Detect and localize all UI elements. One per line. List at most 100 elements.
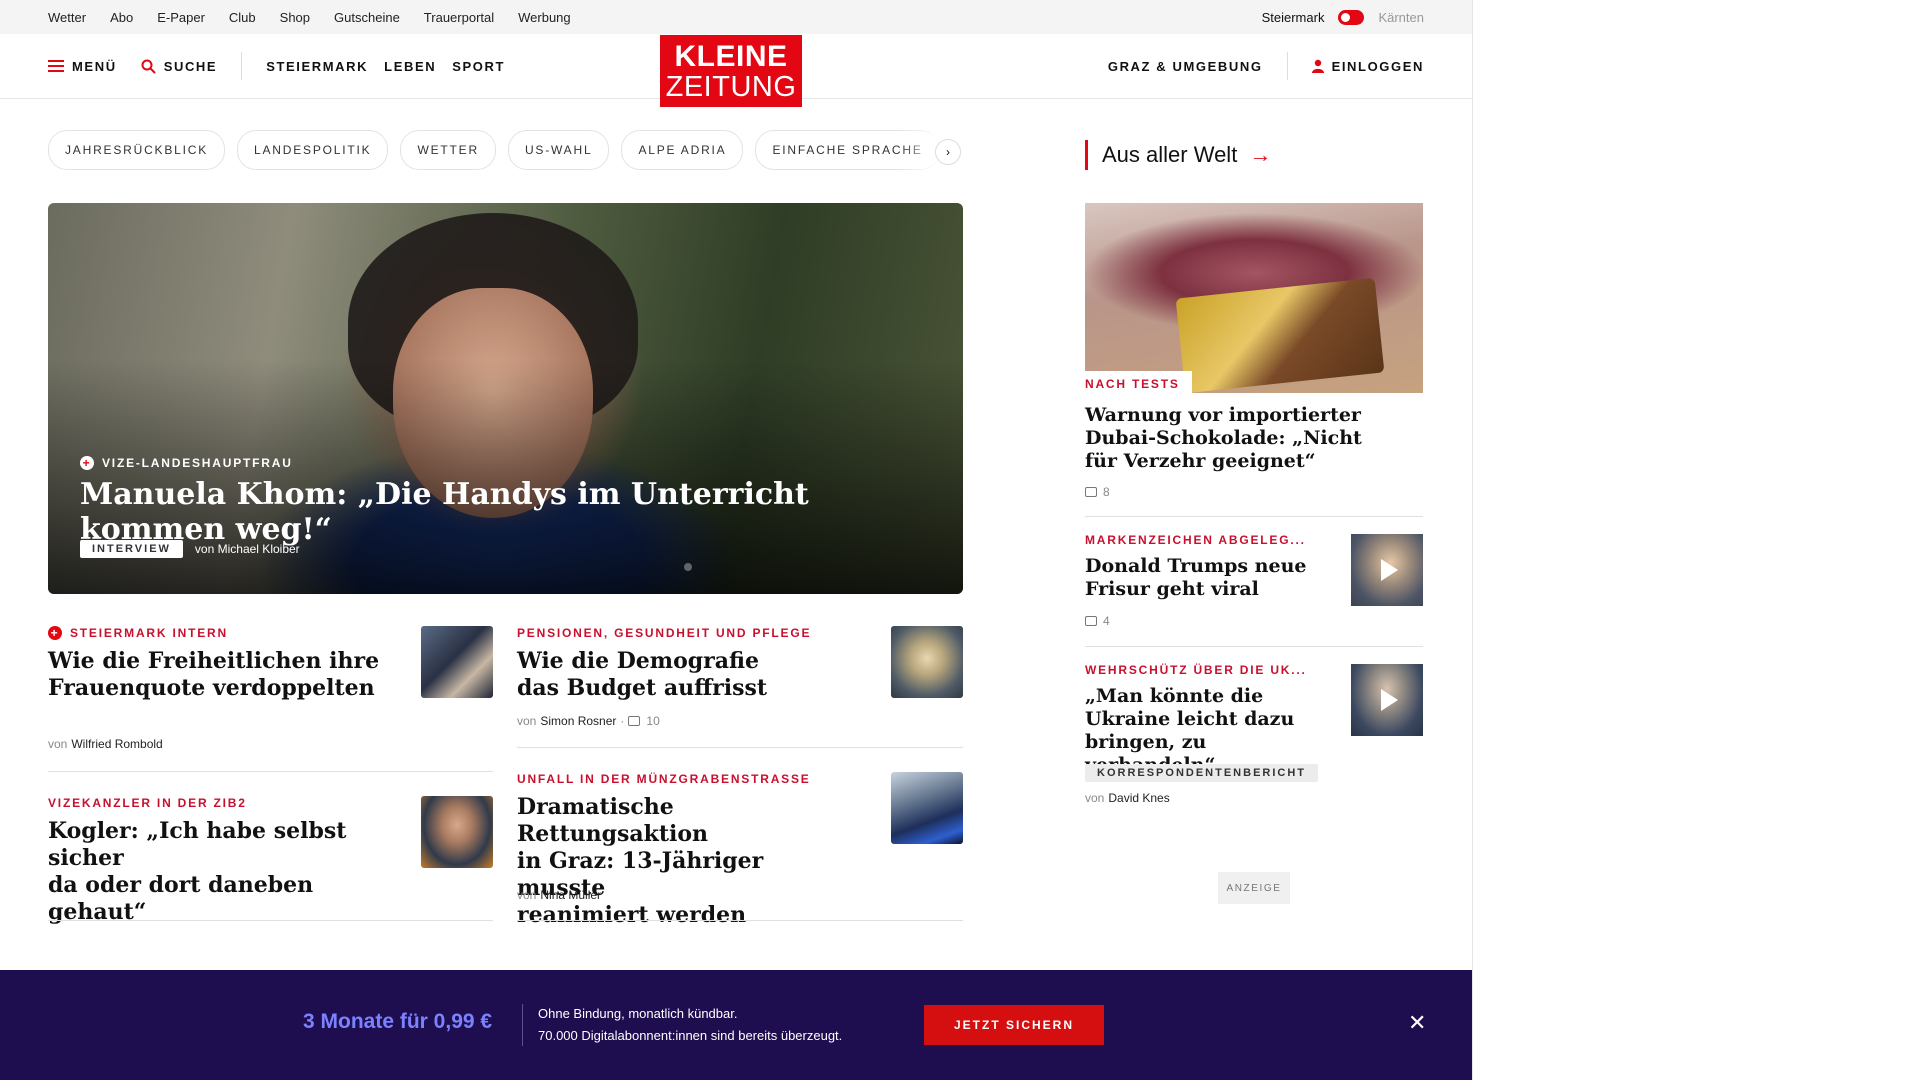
premium-plus-icon: + <box>48 626 62 640</box>
site-logo[interactable]: KLEINE ZEITUNG <box>660 35 802 107</box>
topic-tags: JAHRESRÜCKBLICK LANDESPOLITIK WETTER US-… <box>48 130 962 170</box>
comment-count[interactable]: 10 <box>646 714 659 728</box>
video-thumbnail[interactable] <box>1351 534 1423 606</box>
article-title-line: Frauenquote verdoppelten <box>48 675 375 701</box>
subscription-promo-bar: 3 Monate für 0,99 € Ohne Bindung, monatl… <box>0 970 1472 1080</box>
article-kicker: PENSIONEN, GESUNDHEIT UND PFLEGE <box>517 626 857 640</box>
hero-article[interactable]: + VIZE-LANDESHAUPTFRAU Manuela Khom: „Di… <box>48 203 963 594</box>
logo-line-2: ZEITUNG <box>665 71 797 103</box>
tag-alpe-adria[interactable]: ALPE ADRIA <box>621 130 744 170</box>
separator-dot: · <box>620 714 625 728</box>
article-kicker: NACH TESTS <box>1085 377 1180 391</box>
region-toggle[interactable] <box>1338 9 1365 25</box>
menu-label: MENÜ <box>72 58 117 74</box>
hero-author[interactable]: Michael Kloiber <box>218 542 300 556</box>
article-title-line: für Verzehr geeignet“ <box>1085 450 1316 472</box>
subscribe-button[interactable]: JETZT SICHERN <box>924 1005 1104 1045</box>
nav-sport[interactable]: SPORT <box>452 59 505 74</box>
comment-count[interactable]: 8 <box>1103 485 1110 499</box>
article-card[interactable]: VIZEKANZLER IN DER ZIB2 Kogler: „Ich hab… <box>48 796 388 926</box>
link-wetter[interactable]: Wetter <box>48 10 86 25</box>
tags-next-button[interactable]: › <box>935 139 961 165</box>
nav-steiermark[interactable]: STEIERMARK <box>266 59 368 74</box>
link-epaper[interactable]: E-Paper <box>157 10 205 25</box>
region-switch: Steiermark Kärnten <box>1262 0 1424 34</box>
header-left: MENÜ SUCHE STEIERMARK LEBEN SPORT <box>48 34 505 98</box>
search-button[interactable]: SUCHE <box>141 59 218 74</box>
logo-line-1: KLEINE <box>674 40 788 73</box>
article-thumbnail[interactable] <box>891 626 963 698</box>
hero-byline: von Michael Kloiber <box>195 542 300 556</box>
article-title-line: da oder dort daneben gehaut“ <box>48 872 314 925</box>
byline-prefix: von <box>517 888 537 902</box>
tag-us-wahl[interactable]: US-WAHL <box>507 130 610 170</box>
section-title-aus-aller-welt[interactable]: Aus aller Welt → <box>1085 140 1271 170</box>
article-byline: von David Knes <box>1085 791 1170 805</box>
login-label: EINLOGGEN <box>1331 58 1424 74</box>
link-gutscheine[interactable]: Gutscheine <box>334 10 400 25</box>
article-card[interactable]: PENSIONEN, GESUNDHEIT UND PFLEGE Wie die… <box>517 626 857 702</box>
comment-icon <box>1085 487 1097 497</box>
menu-button[interactable]: MENÜ <box>48 59 117 74</box>
article-card[interactable]: + STEIERMARK INTERN Wie die Freiheitlich… <box>48 626 388 702</box>
article-author[interactable]: Nina Müller <box>540 888 601 902</box>
region-steiermark[interactable]: Steiermark <box>1262 10 1325 25</box>
nav-graz-umgebung[interactable]: GRAZ & UMGEBUNG <box>1108 59 1263 74</box>
link-trauerportal[interactable]: Trauerportal <box>424 10 494 25</box>
article-card[interactable]: UNFALL IN DER MÜNZGRABENSTRASSE Dramatis… <box>517 772 857 929</box>
link-shop[interactable]: Shop <box>280 10 310 25</box>
search-icon <box>141 59 156 74</box>
close-icon[interactable]: ✕ <box>1408 1012 1426 1034</box>
tag-landespolitik[interactable]: LANDESPOLITIK <box>237 130 389 170</box>
article-author[interactable]: Simon Rosner <box>540 714 616 728</box>
byline-prefix: von <box>1085 791 1105 805</box>
sidebar-article-card[interactable]: WEHRSCHÜTZ ÜBER DIE UK... „Man könnte di… <box>1085 663 1330 777</box>
hero-title[interactable]: Manuela Khom: „Die Handys im Unterricht … <box>80 477 963 547</box>
tag-wetter[interactable]: WETTER <box>400 130 496 170</box>
article-kicker: VIZEKANZLER IN DER ZIB2 <box>48 796 388 810</box>
play-icon <box>1380 689 1398 711</box>
comment-meta: 8 <box>1085 485 1110 499</box>
tag-jahresrueckblick[interactable]: JAHRESRÜCKBLICK <box>48 130 226 170</box>
divider <box>1085 646 1423 647</box>
nav-leben[interactable]: LEBEN <box>384 59 436 74</box>
article-thumbnail[interactable] <box>421 626 493 698</box>
kicker-text: STEIERMARK INTERN <box>70 626 228 640</box>
byline-prefix: von <box>517 714 537 728</box>
article-title[interactable]: Wie die Demografie das Budget auffrisst <box>517 648 857 702</box>
article-byline: von Simon Rosner · 10 <box>517 714 660 728</box>
article-title-line: Ukraine leicht dazu <box>1085 708 1295 730</box>
header-divider-right <box>1286 52 1288 80</box>
premium-plus-icon: + <box>80 456 94 470</box>
arrow-right-icon: → <box>1249 142 1272 167</box>
article-thumbnail[interactable] <box>891 772 963 844</box>
article-title[interactable]: Dramatische Rettungsaktion in Graz: 13-J… <box>517 794 857 929</box>
comment-count[interactable]: 4 <box>1103 614 1110 628</box>
article-title-line: das Budget auffrisst <box>517 675 768 701</box>
image-detail <box>1175 277 1385 394</box>
article-thumbnail[interactable] <box>421 796 493 868</box>
hero-badge: INTERVIEW <box>80 540 183 558</box>
link-club[interactable]: Club <box>229 10 256 25</box>
article-title[interactable]: Kogler: „Ich habe selbst sicher da oder … <box>48 818 388 926</box>
sidebar-article-card[interactable]: Warnung vor importierter Dubai-Schokolad… <box>1085 404 1405 473</box>
video-thumbnail[interactable] <box>1351 664 1423 736</box>
article-title[interactable]: Warnung vor importierter Dubai-Schokolad… <box>1085 404 1405 473</box>
article-title-line: Wie die Demografie <box>517 648 759 674</box>
article-title[interactable]: Wie die Freiheitlichen ihre Frauenquote … <box>48 648 388 702</box>
link-abo[interactable]: Abo <box>110 10 133 25</box>
kicker-text: PENSIONEN, GESUNDHEIT UND PFLEGE <box>517 626 812 640</box>
divider <box>1085 516 1423 517</box>
promo-price: 3 Monate für 0,99 € <box>303 1010 493 1033</box>
sidebar-article-card[interactable]: MARKENZEICHEN ABGELEG... Donald Trumps n… <box>1085 533 1330 601</box>
article-author[interactable]: David Knes <box>1108 791 1169 805</box>
login-button[interactable]: EINLOGGEN <box>1311 58 1424 74</box>
article-title[interactable]: Donald Trumps neue Frisur geht viral <box>1085 555 1330 601</box>
sidebar-kicker-box: NACH TESTS <box>1085 371 1192 395</box>
sidebar-article-image[interactable] <box>1085 203 1423 394</box>
article-author[interactable]: Wilfried Rombold <box>71 737 162 751</box>
header-divider <box>241 52 243 80</box>
link-werbung[interactable]: Werbung <box>518 10 571 25</box>
region-kaernten[interactable]: Kärnten <box>1378 10 1424 25</box>
article-badge: KORRESPONDENTENBERICHT <box>1085 764 1319 782</box>
